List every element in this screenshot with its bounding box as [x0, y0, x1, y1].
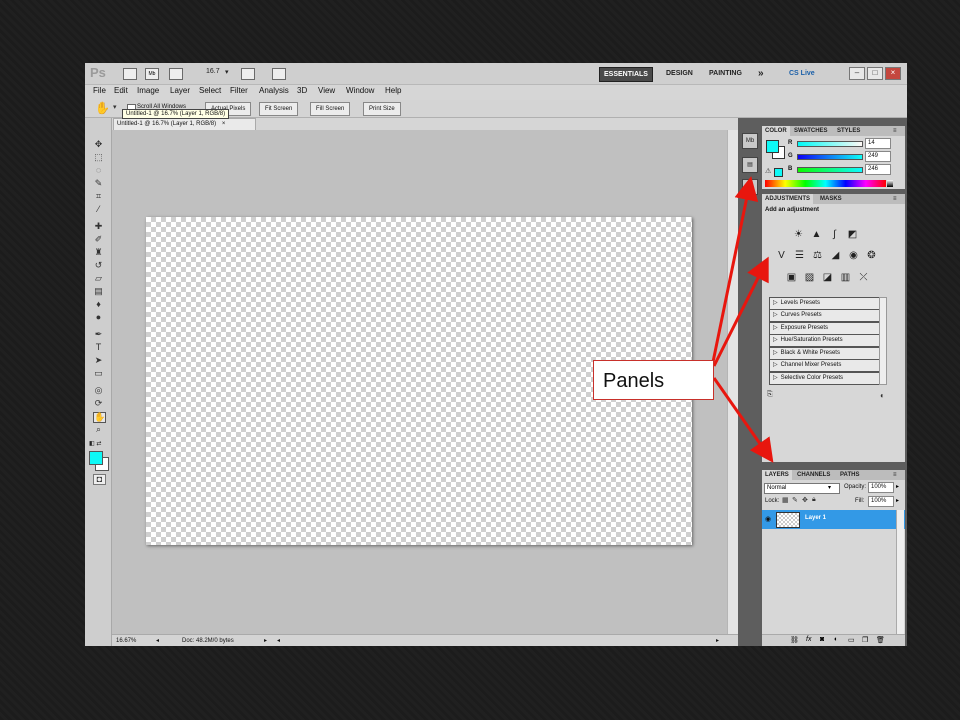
arrow-to-panel-dock [711, 176, 759, 363]
foreground-color-swatch[interactable] [89, 451, 103, 465]
panels-callout-label: Panels [593, 360, 714, 400]
document-tooltip: Untitled-1 @ 16.7% (Layer 1, RGB/8) [122, 109, 230, 119]
arrow-to-layers-panel [712, 377, 774, 463]
color-panel-foreground-swatch[interactable] [766, 140, 779, 153]
callout-arrows [711, 176, 774, 463]
